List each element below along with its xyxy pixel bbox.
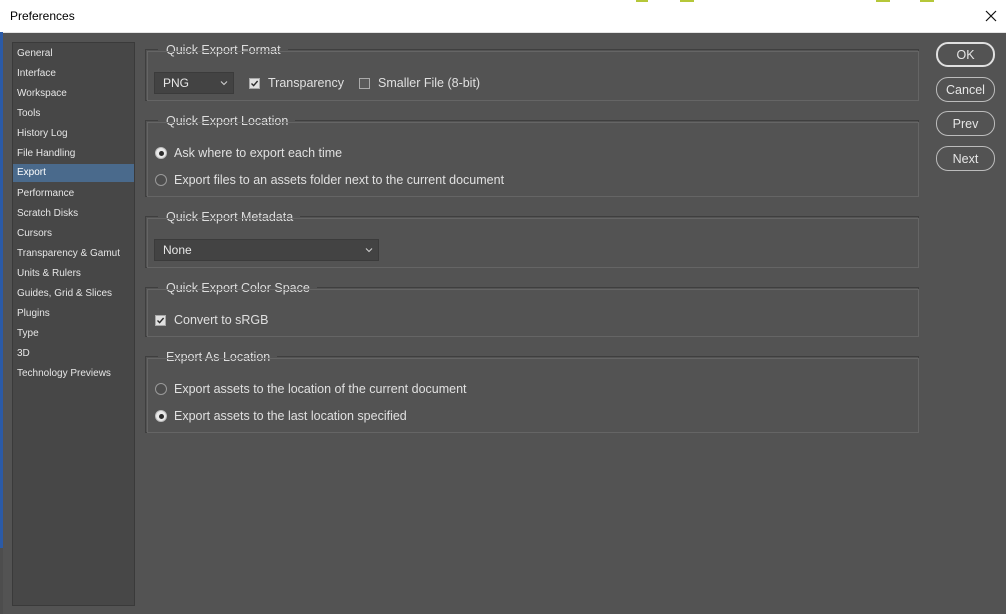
quick-export-format-title: Quick Export Format (158, 42, 288, 58)
checkbox-checked-icon (155, 314, 166, 326)
window-left-edge (0, 32, 3, 614)
radio-selected-icon (155, 147, 167, 159)
export-as-location-title: Export As Location (158, 349, 278, 365)
checkbox-unchecked-icon (359, 77, 370, 89)
quick-export-location-title: Quick Export Location (158, 113, 296, 129)
chevron-down-icon (220, 81, 228, 86)
smaller-file-checkbox[interactable]: Smaller File (8-bit) (359, 75, 480, 91)
radio-assets-folder[interactable]: Export files to an assets folder next to… (155, 172, 504, 188)
radio-ask-where-label: Ask where to export each time (174, 146, 343, 160)
format-select-value: PNG (163, 76, 190, 90)
radio-unselected-icon (155, 174, 167, 186)
metadata-select-value: None (163, 243, 192, 257)
sidebar-item-interface[interactable]: Interface (13, 65, 134, 82)
title-bar: Preferences (0, 0, 1006, 33)
smaller-file-label: Smaller File (8-bit) (378, 76, 481, 90)
sidebar-item-general[interactable]: General (13, 45, 134, 62)
transparency-label: Transparency (268, 76, 344, 90)
next-button[interactable]: Next (936, 146, 995, 171)
radio-selected-icon (155, 410, 167, 422)
format-select[interactable]: PNG (154, 72, 234, 94)
metadata-select[interactable]: None (154, 239, 379, 261)
sidebar-item-scratch-disks[interactable]: Scratch Disks (13, 205, 134, 222)
quick-export-color-space-title: Quick Export Color Space (158, 280, 317, 296)
radio-ask-where[interactable]: Ask where to export each time (155, 145, 342, 161)
close-button[interactable] (976, 0, 1006, 32)
convert-srgb-checkbox[interactable]: Convert to sRGB (155, 312, 268, 328)
sidebar-item-guides-grid-slices[interactable]: Guides, Grid & Slices (13, 285, 134, 302)
radio-assets-folder-label: Export files to an assets folder next to… (174, 173, 505, 187)
sidebar-item-tools[interactable]: Tools (13, 105, 134, 122)
quick-export-metadata-title: Quick Export Metadata (158, 209, 301, 225)
radio-last-location[interactable]: Export assets to the last location speci… (155, 408, 407, 424)
radio-last-location-label: Export assets to the last location speci… (174, 409, 407, 423)
sidebar-item-plugins[interactable]: Plugins (13, 305, 134, 322)
ok-button[interactable]: OK (936, 42, 995, 67)
sidebar-item-workspace[interactable]: Workspace (13, 85, 134, 102)
convert-srgb-label: Convert to sRGB (174, 313, 269, 327)
sidebar-item-transparency-gamut[interactable]: Transparency & Gamut (13, 245, 134, 262)
window-title: Preferences (10, 9, 75, 23)
prev-button[interactable]: Prev (936, 111, 995, 136)
cancel-button[interactable]: Cancel (936, 77, 995, 102)
radio-current-document[interactable]: Export assets to the location of the cur… (155, 381, 467, 397)
radio-unselected-icon (155, 383, 167, 395)
transparency-checkbox[interactable]: Transparency (249, 75, 344, 91)
sidebar-item-technology-previews[interactable]: Technology Previews (13, 365, 134, 382)
chevron-down-icon (365, 248, 373, 253)
sidebar-item-units-rulers[interactable]: Units & Rulers (13, 265, 134, 282)
sidebar-item-history-log[interactable]: History Log (13, 125, 134, 142)
close-icon (985, 10, 997, 22)
sidebar-item-file-handling[interactable]: File Handling (13, 145, 134, 162)
sidebar-item-cursors[interactable]: Cursors (13, 225, 134, 242)
radio-current-document-label: Export assets to the location of the cur… (174, 382, 467, 396)
sidebar-item-export[interactable]: Export (13, 164, 134, 182)
preferences-sidebar: General Interface Workspace Tools Histor… (12, 42, 135, 606)
sidebar-item-type[interactable]: Type (13, 325, 134, 342)
sidebar-item-performance[interactable]: Performance (13, 185, 134, 202)
checkbox-checked-icon (249, 77, 260, 89)
sidebar-item-3d[interactable]: 3D (13, 345, 134, 362)
window-left-edge-lower (0, 548, 3, 614)
